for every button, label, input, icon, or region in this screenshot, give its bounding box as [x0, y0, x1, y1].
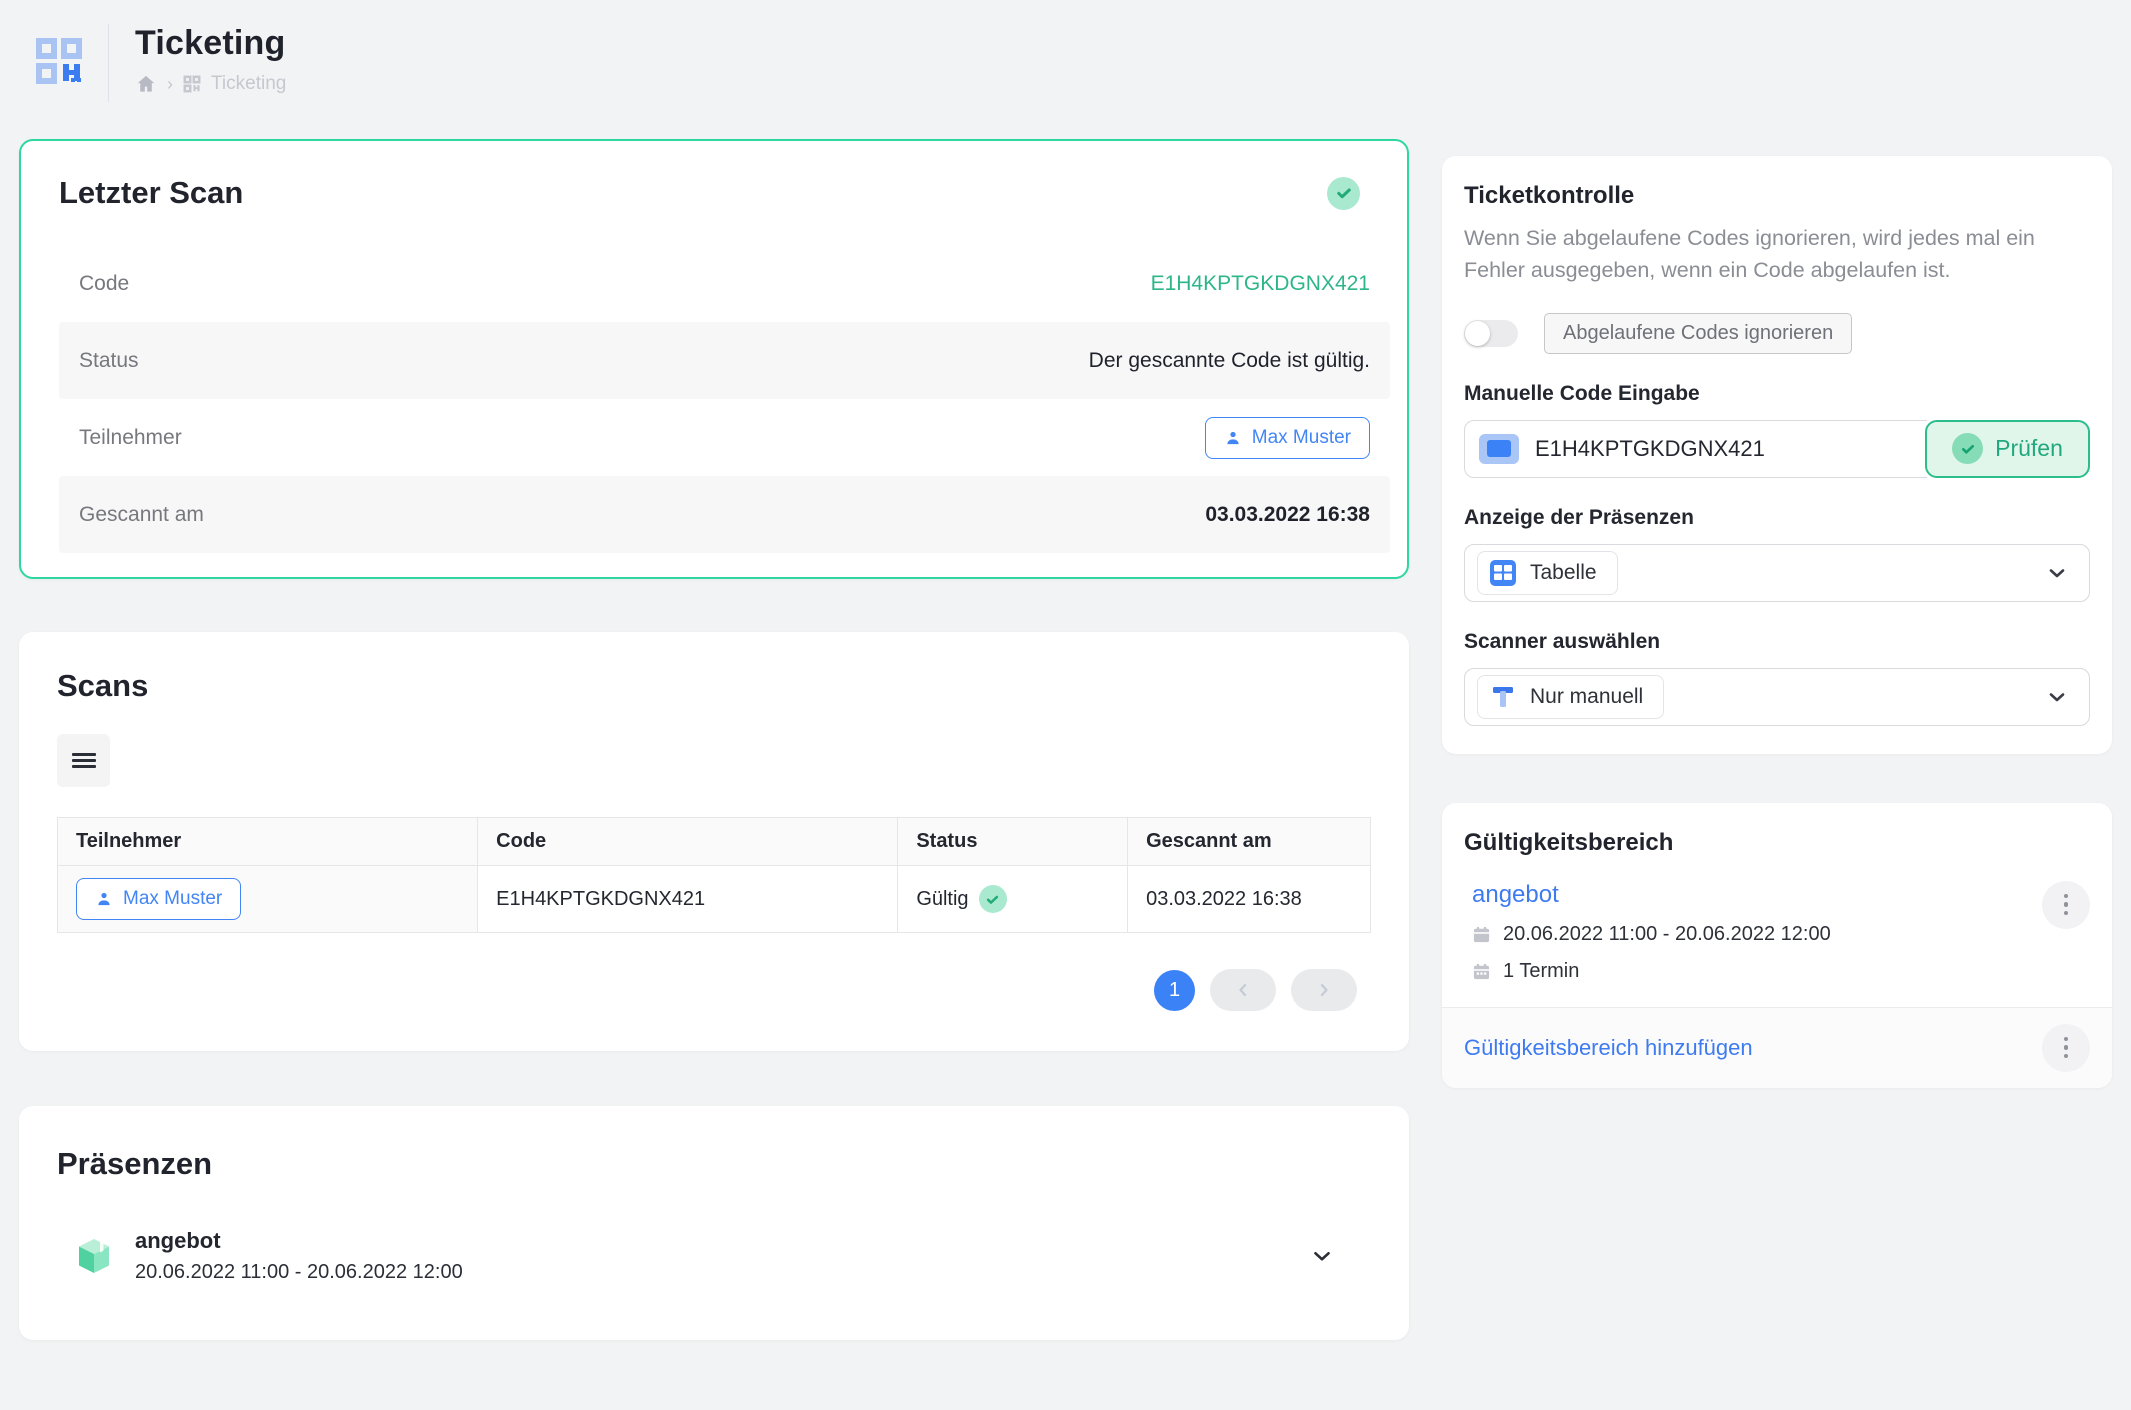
kebab-menu-icon[interactable] [2042, 881, 2090, 929]
ticket-icon [1479, 434, 1519, 464]
last-scan-card: Letzter Scan Code E1H4KPTGKDGNX421 Statu… [19, 139, 1409, 579]
gueltigkeitsbereich-card: Gültigkeitsbereich angebot 20.06.2022 11… [1442, 803, 2112, 1088]
display-select-value-chip: Tabelle [1477, 551, 1618, 595]
col-header-code: Code [478, 818, 898, 866]
qr-app-icon [34, 36, 84, 86]
chevron-right-icon [1314, 980, 1334, 1000]
check-circle-icon [1952, 433, 1983, 464]
participant-name: Max Muster [123, 888, 222, 910]
breadcrumb-qr-icon [183, 75, 201, 93]
ticketkontrolle-description: Wenn Sie abgelaufene Codes ignorieren, w… [1464, 222, 2090, 287]
user-icon [1224, 429, 1242, 447]
scanned-code-value: E1H4KPTGKDGNX421 [1151, 272, 1370, 296]
chevron-left-icon [1233, 980, 1253, 1000]
page-1-button[interactable]: 1 [1154, 970, 1195, 1011]
scanner-select-value-chip: Nur manuell [1477, 675, 1664, 719]
menu-icon [72, 750, 96, 771]
scanned-at-value: 03.03.2022 16:38 [1205, 503, 1370, 527]
table-icon [1490, 560, 1516, 586]
participant-button[interactable]: Max Muster [1205, 417, 1370, 459]
scans-card: Scans Teilnehmer Code Status Gescannt am [19, 632, 1409, 1051]
page-header: Ticketing › Ticketing [0, 0, 2131, 139]
praesenzen-card: Präsenzen angebot 20.06.2022 11:00 - 20.… [19, 1106, 1409, 1340]
gueltigkeit-date-range: 20.06.2022 11:00 - 20.06.2022 12:00 [1503, 923, 1831, 946]
participant-name: Max Muster [1252, 427, 1351, 449]
row-label: Teilnehmer [79, 426, 182, 450]
pagination: 1 [57, 969, 1371, 1011]
row-label: Gescannt am [79, 503, 204, 527]
cell-code: E1H4KPTGKDGNX421 [478, 866, 898, 933]
calendar-icon [1472, 925, 1491, 944]
scanner-select[interactable]: Nur manuell [1464, 668, 2090, 726]
cell-status: Gültig [916, 888, 968, 911]
text-icon [1490, 684, 1516, 710]
praesenz-name: angebot [135, 1228, 463, 1254]
table-row: Max Muster E1H4KPTGKDGNX421 Gültig [58, 866, 1371, 933]
table-menu-button[interactable] [57, 734, 110, 787]
display-select-value: Tabelle [1530, 561, 1597, 585]
next-page-button[interactable] [1291, 969, 1357, 1011]
pruefen-label: Prüfen [1995, 435, 2063, 462]
toggle-knob [1465, 321, 1490, 346]
chevron-down-icon [2045, 561, 2069, 585]
breadcrumb: › Ticketing [135, 73, 286, 95]
praesenz-date-range: 20.06.2022 11:00 - 20.06.2022 12:00 [135, 1261, 463, 1284]
breadcrumb-current: Ticketing [211, 73, 286, 95]
last-scan-row-teilnehmer: Teilnehmer Max Muster [59, 399, 1390, 476]
scanner-select-label: Scanner auswählen [1464, 630, 2090, 654]
ticketkontrolle-card: Ticketkontrolle Wenn Sie abgelaufene Cod… [1442, 156, 2112, 754]
col-header-gescannt-am: Gescannt am [1128, 818, 1371, 866]
row-label: Code [79, 272, 129, 296]
valid-check-icon [979, 885, 1007, 913]
manual-code-input[interactable] [1535, 436, 1913, 462]
package-icon [75, 1237, 113, 1275]
status-value: Der gescannte Code ist gültig. [1089, 349, 1370, 373]
calendar-week-icon [1472, 962, 1491, 981]
last-scan-row-status: Status Der gescannte Code ist gültig. [59, 322, 1390, 399]
success-check-icon [1327, 177, 1360, 210]
gueltigkeit-list-item: angebot 20.06.2022 11:00 - 20.06.2022 12… [1464, 881, 2090, 983]
breadcrumb-chevron-icon: › [167, 74, 173, 95]
ignore-expired-toggle[interactable] [1464, 320, 1518, 347]
last-scan-row-date: Gescannt am 03.03.2022 16:38 [59, 476, 1390, 553]
scanner-select-value: Nur manuell [1530, 685, 1643, 709]
gueltigkeit-name-link[interactable]: angebot [1472, 881, 1559, 909]
display-select-label: Anzeige der Präsenzen [1464, 506, 2090, 530]
kebab-menu-icon[interactable] [2042, 1024, 2090, 1072]
pruefen-button[interactable]: Prüfen [1925, 420, 2090, 478]
chevron-down-icon[interactable] [1309, 1243, 1335, 1269]
add-gueltigkeitsbereich-link[interactable]: Gültigkeitsbereich hinzufügen [1464, 1035, 1753, 1061]
display-select[interactable]: Tabelle [1464, 544, 2090, 602]
manual-code-input-wrap [1464, 420, 1927, 478]
chevron-down-icon [2045, 685, 2069, 709]
gueltigkeit-footer: Gültigkeitsbereich hinzufügen [1442, 1007, 2112, 1088]
user-icon [95, 890, 113, 908]
participant-button[interactable]: Max Muster [76, 878, 241, 920]
ticketkontrolle-title: Ticketkontrolle [1464, 182, 2090, 210]
cell-gescannt-am: 03.03.2022 16:38 [1128, 866, 1371, 933]
home-icon[interactable] [135, 73, 157, 95]
ignore-expired-codes-button[interactable]: Abgelaufene Codes ignorieren [1544, 313, 1852, 354]
manual-code-label: Manuelle Code Eingabe [1464, 382, 2090, 406]
col-header-status: Status [898, 818, 1128, 866]
praesenz-list-item[interactable]: angebot 20.06.2022 11:00 - 20.06.2022 12… [57, 1228, 1371, 1284]
praesenzen-title: Präsenzen [57, 1146, 1371, 1182]
prev-page-button[interactable] [1210, 969, 1276, 1011]
gueltigkeitsbereich-title: Gültigkeitsbereich [1464, 829, 2090, 857]
header-divider [108, 24, 109, 102]
gueltigkeit-termine: 1 Termin [1503, 960, 1579, 983]
last-scan-row-code: Code E1H4KPTGKDGNX421 [59, 245, 1390, 322]
last-scan-title: Letzter Scan [59, 175, 243, 211]
scans-title: Scans [57, 668, 1371, 704]
col-header-teilnehmer: Teilnehmer [58, 818, 478, 866]
page-title: Ticketing [135, 24, 286, 63]
row-label: Status [79, 349, 139, 373]
scans-table: Teilnehmer Code Status Gescannt am Max M… [57, 817, 1371, 933]
